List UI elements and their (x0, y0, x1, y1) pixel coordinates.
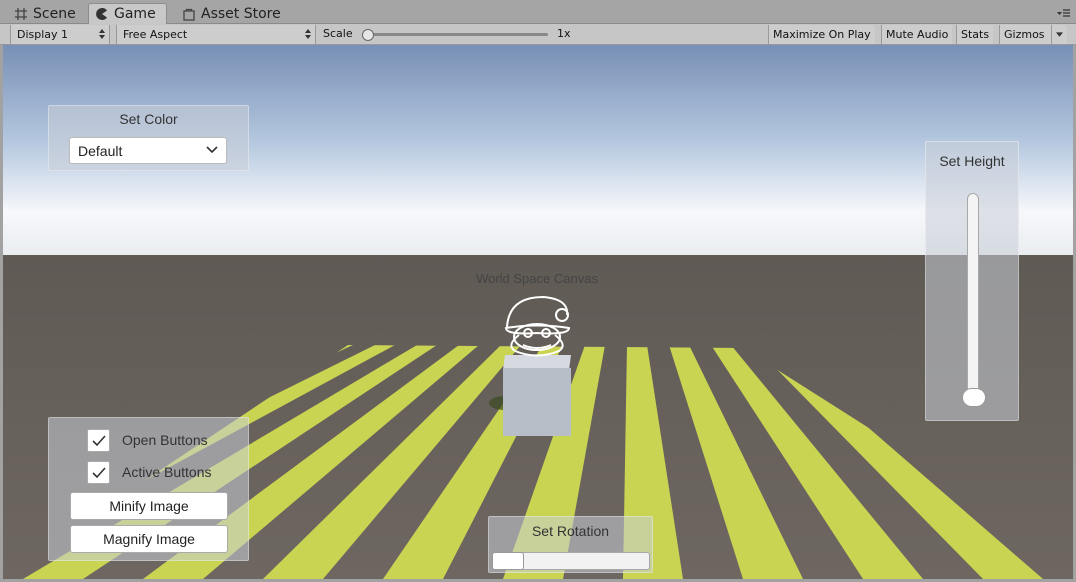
set-rotation-panel: Set Rotation (488, 516, 653, 573)
aspect-dropdown-label: Free Aspect (123, 28, 188, 41)
set-rotation-title: Set Rotation (531, 523, 610, 539)
tab-asset-store[interactable]: Asset Store (176, 3, 287, 24)
scale-slider[interactable] (360, 28, 552, 42)
active-buttons-checkbox[interactable] (87, 460, 110, 484)
open-buttons-toggle[interactable]: Open Buttons (87, 428, 208, 452)
active-buttons-label: Active Buttons (122, 464, 212, 480)
display-dropdown-label: Display 1 (17, 28, 69, 41)
checkmark-icon (92, 434, 106, 446)
tab-menu-icon[interactable] (1056, 7, 1070, 19)
mute-audio-button[interactable]: Mute Audio (881, 25, 953, 44)
editor-tab-bar: Scene Game Asset Store (0, 0, 1076, 24)
tab-scene-label: Scene (33, 5, 76, 22)
set-height-title: Set Height (939, 153, 1005, 169)
gizmos-dropdown[interactable] (1051, 25, 1067, 44)
mute-audio-label: Mute Audio (886, 28, 949, 41)
checkmark-icon (92, 466, 106, 478)
open-buttons-checkbox[interactable] (87, 428, 110, 452)
cube (503, 355, 571, 436)
stats-label: Stats (961, 28, 990, 41)
tab-asset-store-label: Asset Store (201, 5, 281, 22)
magnify-image-button[interactable]: Magnify Image (70, 525, 228, 553)
chevron-down-icon (1056, 31, 1063, 37)
gizmos-button[interactable]: Gizmos (999, 25, 1051, 44)
gizmos-label: Gizmos (1004, 28, 1045, 41)
tab-game[interactable]: Game (88, 3, 167, 24)
active-buttons-toggle[interactable]: Active Buttons (87, 460, 212, 484)
grid-icon (15, 7, 27, 20)
game-view[interactable]: World Space Canvas Set Color Default Set… (3, 45, 1073, 579)
maximize-on-play-button[interactable]: Maximize On Play (768, 25, 875, 44)
scale-value: 1x (557, 27, 571, 40)
color-dropdown-value: Default (78, 143, 123, 159)
set-height-panel: Set Height (925, 141, 1019, 421)
pacman-icon (96, 8, 107, 20)
open-buttons-label: Open Buttons (122, 432, 208, 448)
stats-button[interactable]: Stats (956, 25, 994, 44)
game-toolbar: Display 1 Free Aspect Scale 1x Maximize … (0, 24, 1076, 45)
store-bag-icon (183, 8, 195, 21)
scale-label: Scale (323, 27, 353, 40)
image-controls-panel: Open Buttons Active Buttons Minify Image… (48, 417, 249, 561)
updown-arrows-icon (305, 29, 311, 39)
display-dropdown[interactable]: Display 1 (10, 25, 110, 44)
height-slider-handle[interactable] (962, 388, 986, 407)
color-dropdown[interactable]: Default (69, 137, 227, 164)
tab-game-label: Game (114, 6, 156, 22)
chevron-down-icon (206, 146, 218, 154)
world-space-canvas-label: World Space Canvas (476, 271, 598, 286)
minify-image-button[interactable]: Minify Image (70, 492, 228, 520)
maximize-on-play-label: Maximize On Play (773, 28, 871, 41)
set-color-panel: Set Color Default (48, 105, 249, 171)
tab-scene[interactable]: Scene (8, 3, 82, 24)
set-color-title: Set Color (119, 111, 178, 127)
aspect-dropdown[interactable]: Free Aspect (116, 25, 316, 44)
rotation-slider-handle[interactable] (492, 552, 524, 570)
updown-arrows-icon (99, 29, 105, 39)
height-slider-track[interactable] (967, 193, 979, 401)
